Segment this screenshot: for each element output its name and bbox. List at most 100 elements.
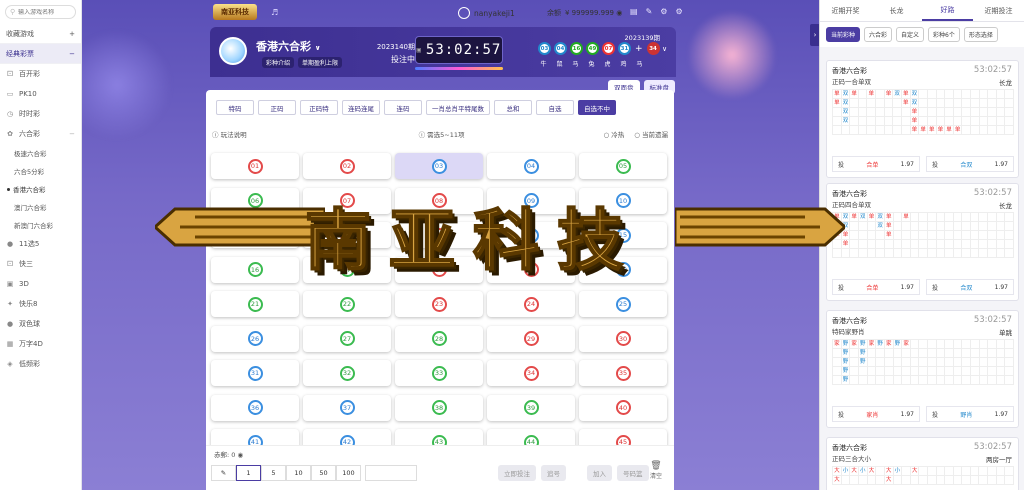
ball-button[interactable]: 20: [579, 256, 667, 283]
multiplier-button[interactable]: 100: [336, 465, 361, 481]
ball-button[interactable]: 38: [395, 394, 483, 421]
ball-button[interactable]: 35: [579, 360, 667, 386]
ball-button[interactable]: 12: [303, 222, 391, 248]
tab-right[interactable]: 好路: [922, 0, 973, 21]
bet-now-button[interactable]: 立即投注: [498, 465, 536, 481]
tab-play[interactable]: 正码: [258, 100, 296, 115]
tab-play[interactable]: 一肖总肖平特尾数: [426, 100, 490, 115]
hot-cold-radio[interactable]: ○ 冷热: [604, 129, 625, 139]
user-menu[interactable]: nanyakeji1: [458, 7, 515, 19]
ball-button[interactable]: 25: [579, 291, 667, 317]
sidebar-classic[interactable]: 经典彩票 −: [0, 44, 81, 64]
ball-button[interactable]: 02: [303, 153, 391, 179]
sidebar-item[interactable]: ⚀ 快三: [0, 254, 81, 274]
ball-button[interactable]: 07: [303, 187, 391, 214]
filter-button[interactable]: 自定义: [896, 27, 925, 42]
tab-play[interactable]: 特码: [216, 100, 254, 115]
multiplier-button[interactable]: 1: [236, 465, 261, 481]
game-search[interactable]: ⚲: [5, 5, 79, 19]
sidebar-item[interactable]: ✦ 快乐8: [0, 294, 81, 314]
ball-button[interactable]: 33: [395, 360, 483, 386]
tab-play[interactable]: 总和: [494, 100, 532, 115]
tab-right[interactable]: 近期投注: [973, 0, 1024, 21]
tab-play[interactable]: 连码连尾: [342, 100, 380, 115]
ball-button[interactable]: 17: [303, 256, 391, 283]
quick-bet-button[interactable]: 投 野肖 1.97: [926, 406, 1014, 422]
sidebar-subitem[interactable]: 六合5分彩: [0, 162, 81, 180]
ball-button[interactable]: 11: [211, 222, 299, 248]
ball-button[interactable]: 31: [211, 360, 299, 386]
sidebar-item[interactable]: ✿ 六合彩 −: [0, 124, 81, 144]
gear-icon[interactable]: ⚙: [660, 7, 667, 16]
ball-button[interactable]: 19: [487, 256, 575, 283]
ball-button[interactable]: 04: [487, 153, 575, 179]
ball-button[interactable]: 40: [579, 394, 667, 421]
quick-bet-button[interactable]: 投 合双 1.97: [926, 156, 1014, 172]
sidebar-item[interactable]: ⚀ 百开彩: [0, 64, 81, 84]
sidebar-item[interactable]: ◈ 低频彩: [0, 354, 81, 374]
ball-button[interactable]: 32: [303, 360, 391, 386]
tab-play[interactable]: 正码特: [300, 100, 338, 115]
sidebar-subitem[interactable]: 新澳门六合彩: [0, 216, 81, 234]
intro-link[interactable]: 彩种介绍: [262, 57, 295, 68]
tab-play[interactable]: 自选: [536, 100, 574, 115]
filter-button[interactable]: 彩种6个: [928, 27, 960, 42]
sidebar-item[interactable]: ● 11选5: [0, 234, 81, 254]
multiplier-button[interactable]: 5: [261, 465, 286, 481]
amount-input[interactable]: [365, 465, 417, 481]
filter-button[interactable]: 形态选择: [963, 27, 998, 42]
ball-button[interactable]: 13: [395, 222, 483, 248]
eye-icon[interactable]: ◉: [616, 9, 622, 17]
ball-button[interactable]: 08: [395, 187, 483, 214]
ball-button[interactable]: 34: [487, 360, 575, 386]
quick-bet-button[interactable]: 投 合双 1.97: [926, 279, 1014, 295]
sidebar-subitem[interactable]: 极速六合彩: [0, 144, 81, 162]
multiplier-button[interactable]: 50: [311, 465, 336, 481]
edit-amount-icon[interactable]: ✎: [211, 465, 236, 481]
lottery-title[interactable]: 香港六合彩 ∨: [256, 38, 321, 54]
ball-button[interactable]: 30: [579, 325, 667, 352]
filter-button[interactable]: 当前彩种: [826, 27, 861, 42]
ball-button[interactable]: 18: [395, 256, 483, 283]
rules-link[interactable]: 玩法说明: [221, 129, 247, 139]
tab-play[interactable]: 自选不中: [578, 100, 616, 115]
sidebar-item[interactable]: ▣ 3D: [0, 274, 81, 294]
tab-right[interactable]: 长龙: [871, 0, 922, 21]
chase-button[interactable]: 追号: [541, 465, 566, 481]
ball-button[interactable]: 06: [211, 187, 299, 214]
ball-button[interactable]: 21: [211, 291, 299, 317]
ball-button[interactable]: 22: [303, 291, 391, 317]
clear-button[interactable]: 🗑 清空: [650, 461, 662, 480]
chevron-down-icon[interactable]: ∨: [662, 45, 667, 53]
ball-button[interactable]: 28: [395, 325, 483, 352]
ball-button[interactable]: 27: [303, 325, 391, 352]
ball-button[interactable]: 29: [487, 325, 575, 352]
ball-button[interactable]: 15: [579, 222, 667, 248]
sidebar-subitem[interactable]: 澳门六合彩: [0, 198, 81, 216]
record-icon[interactable]: ▤: [630, 7, 638, 16]
ball-button[interactable]: 26: [211, 325, 299, 352]
edit-icon[interactable]: ✎: [646, 7, 653, 16]
settings-icon[interactable]: ⚙: [675, 7, 682, 16]
omission-radio[interactable]: ○ 当前遗漏: [634, 129, 668, 139]
ball-button[interactable]: 05: [579, 153, 667, 179]
ball-button[interactable]: 36: [211, 394, 299, 421]
filter-button[interactable]: 六合彩: [864, 27, 893, 42]
ball-button[interactable]: 03: [395, 153, 483, 179]
ball-button[interactable]: 01: [211, 153, 299, 179]
sidebar-item[interactable]: ● 双色球: [0, 314, 81, 334]
ball-button[interactable]: 16: [211, 256, 299, 283]
quick-bet-button[interactable]: 投 合单 1.97: [832, 279, 920, 295]
add-button[interactable]: 加入: [587, 465, 612, 481]
quick-bet-button[interactable]: 投 合单 1.97: [832, 156, 920, 172]
site-logo[interactable]: 南亚科技: [213, 4, 257, 20]
sidebar-item[interactable]: ◷ 时时彩: [0, 104, 81, 124]
search-input[interactable]: [18, 8, 79, 16]
basket-button[interactable]: 号码篮: [617, 465, 649, 481]
ball-button[interactable]: 14: [487, 222, 575, 248]
tab-play[interactable]: 连码: [384, 100, 422, 115]
ball-button[interactable]: 09: [487, 187, 575, 214]
sidebar-item[interactable]: ▭ PK10: [0, 84, 81, 104]
ball-button[interactable]: 39: [487, 394, 575, 421]
tab-right[interactable]: 近期开奖: [820, 0, 871, 21]
